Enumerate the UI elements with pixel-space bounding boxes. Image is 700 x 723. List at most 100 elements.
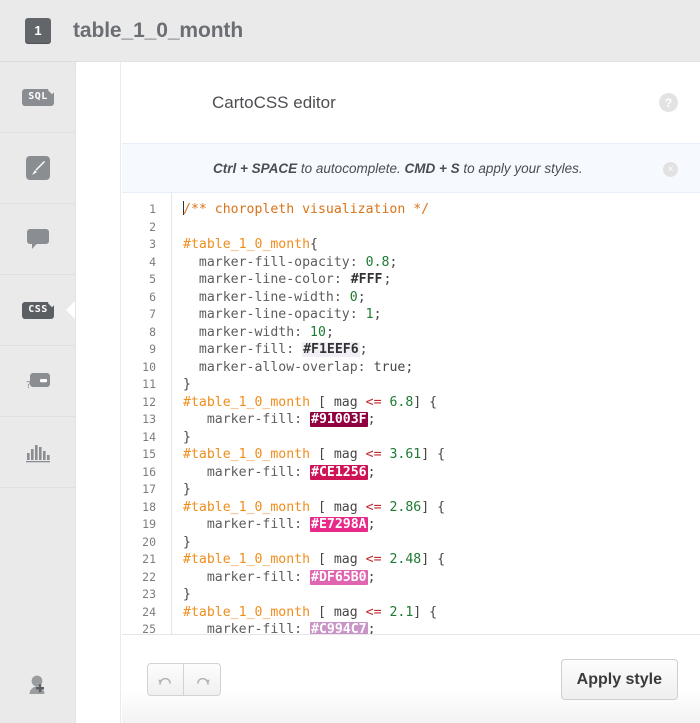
left-icon-rail: SQL CSS ? — [0, 62, 77, 723]
code-line[interactable]: 4 marker-fill-opacity: 0.8; — [122, 254, 700, 272]
code-token-num: 0.8 — [365, 254, 390, 270]
sidebar-item-sql[interactable]: SQL — [0, 62, 76, 133]
brush-icon — [25, 155, 51, 181]
redo-arrow-icon — [194, 674, 211, 686]
code-line-text[interactable]: marker-fill: #CE1256; — [166, 464, 700, 482]
line-number: 23 — [142, 587, 156, 601]
code-line[interactable]: 11} — [122, 376, 700, 394]
svg-text:?: ? — [26, 380, 31, 391]
code-token-num: 2.86 — [381, 499, 422, 515]
sidebar-item-stats[interactable] — [0, 417, 76, 488]
code-line[interactable]: 16 marker-fill: #CE1256; — [122, 464, 700, 482]
code-line[interactable]: 21 #table_1_0_month [ mag <= 2.48] { — [122, 551, 700, 569]
code-line-text[interactable]: marker-line-width: 0; — [166, 289, 700, 307]
code-line-text[interactable]: marker-width: 10; — [166, 324, 700, 342]
code-line-text[interactable]: #table_1_0_month [ mag <= 2.86] { — [166, 499, 700, 517]
redo-button[interactable] — [184, 663, 221, 696]
code-line[interactable]: 22 marker-fill: #DF65B0; — [122, 569, 700, 587]
line-number: 24 — [142, 604, 156, 619]
code-token-comment: /** choropleth visualization */ — [183, 202, 430, 217]
code-line-text[interactable]: marker-fill-opacity: 0.8; — [166, 254, 700, 272]
code-line-text[interactable]: /** choropleth visualization */ — [166, 201, 700, 219]
sidebar-item-add-user[interactable] — [0, 649, 76, 723]
color-swatch: #DF65B0 — [310, 569, 368, 585]
code-line-text[interactable]: marker-fill: #E7298A; — [166, 516, 700, 534]
line-number: 4 — [149, 254, 156, 269]
code-line[interactable]: 6 marker-line-width: 0; — [122, 289, 700, 307]
close-icon[interactable]: × — [663, 162, 678, 177]
code-line[interactable]: 1 /** choropleth visualization */ — [122, 201, 700, 219]
code-line-text[interactable]: marker-line-color: #FFF; — [166, 271, 700, 289]
code-line-text[interactable]: marker-fill: #91003F; — [166, 411, 700, 429]
code-token-plain: [ mag — [310, 394, 366, 410]
code-line-text[interactable]: } — [166, 429, 700, 447]
code-line[interactable]: 17} — [122, 481, 700, 499]
code-line-text[interactable]: #table_1_0_month [ mag <= 2.48] { — [166, 551, 700, 569]
line-number: 3 — [149, 237, 156, 251]
line-number: 11 — [142, 377, 156, 391]
code-token-sel: #table_1_0_month — [183, 552, 311, 567]
code-line-text[interactable]: marker-fill: #F1EEF6; — [166, 341, 700, 359]
code-token-plain: ; — [383, 272, 392, 287]
code-line-text[interactable]: #table_1_0_month{ — [166, 236, 700, 254]
code-token-prop: marker-fill: — [183, 342, 303, 357]
apply-style-button[interactable]: Apply style — [560, 659, 678, 700]
cartocss-code-editor[interactable]: 1/** choropleth visualization */2 3 #table… — [122, 193, 700, 696]
code-line[interactable]: 9 marker-fill: #F1EEF6; — [122, 341, 700, 359]
code-line-text[interactable]: marker-fill: #DF65B0; — [166, 569, 700, 587]
sidebar-item-css[interactable]: CSS — [0, 275, 77, 346]
code-token-plain: ; — [367, 569, 376, 585]
code-line[interactable]: 3 #table_1_0_month{ — [122, 236, 700, 254]
code-token-prop: marker-fill: — [183, 517, 311, 532]
code-token-op: <= — [365, 499, 382, 515]
code-token-plain: ; — [357, 289, 366, 305]
code-line[interactable]: 23} — [122, 586, 700, 604]
history-button-group — [147, 663, 221, 696]
code-line-text[interactable]: marker-line-opacity: 1; — [166, 306, 700, 324]
panel-left-rail — [76, 62, 121, 723]
code-token-plain: { — [310, 237, 318, 252]
code-line-text[interactable]: } — [166, 586, 700, 604]
undo-button[interactable] — [147, 663, 184, 696]
code-line[interactable]: 19 marker-fill: #E7298A; — [122, 516, 700, 534]
code-token-prop: marker-line-color: — [183, 272, 350, 287]
layer-number-badge[interactable]: 1 — [25, 17, 51, 44]
code-line-text[interactable]: #table_1_0_month [ mag <= 3.61] { — [166, 446, 700, 464]
code-line[interactable]: 2 — [122, 219, 700, 237]
code-line[interactable]: 24 #table_1_0_month [ mag <= 2.1] { — [122, 604, 700, 622]
code-token-num: 0 — [349, 289, 358, 305]
color-swatch: #E7298A — [310, 517, 368, 532]
code-token-plain: ; — [389, 254, 398, 270]
code-line[interactable]: 14} — [122, 429, 700, 447]
line-number: 9 — [149, 342, 156, 356]
code-line-text[interactable]: #table_1_0_month [ mag <= 6.8] { — [166, 394, 700, 412]
code-line-text[interactable]: } — [166, 534, 700, 552]
code-line[interactable]: 15 #table_1_0_month [ mag <= 3.61] { — [122, 446, 700, 464]
code-token-prop: marker-fill-opacity: — [183, 254, 366, 270]
line-number: 7 — [149, 307, 156, 321]
code-line-text[interactable]: marker-allow-overlap: true; — [166, 359, 700, 377]
code-line[interactable]: 7 marker-line-opacity: 1; — [122, 306, 700, 324]
code-line[interactable]: 5 marker-line-color: #FFF; — [122, 271, 700, 289]
code-token-prop: marker-fill: — [183, 569, 311, 585]
sidebar-item-infowindow[interactable] — [0, 204, 76, 275]
code-line[interactable]: 12 #table_1_0_month [ mag <= 6.8] { — [122, 394, 700, 412]
code-token-plain: [ mag — [310, 604, 366, 620]
code-line[interactable]: 10 marker-allow-overlap: true; — [122, 359, 700, 377]
code-token-plain: [ mag — [310, 447, 366, 462]
sidebar-item-legends[interactable]: ? — [0, 346, 76, 417]
code-line[interactable]: 8 marker-width: 10; — [122, 324, 700, 342]
sidebar-item-wizards[interactable] — [0, 133, 76, 204]
code-lines-container[interactable]: 1/** choropleth visualization */2 3 #table… — [122, 193, 700, 639]
hint-shortcut-apply: CMD + S — [404, 160, 460, 176]
code-line[interactable]: 20} — [122, 534, 700, 552]
code-token-prop: marker-allow-overlap: — [183, 359, 374, 375]
code-token-plain: ] { — [421, 499, 446, 515]
code-line-text[interactable]: } — [166, 481, 700, 499]
line-number: 22 — [142, 569, 156, 584]
code-line-text[interactable]: } — [166, 376, 700, 394]
code-line[interactable]: 18 #table_1_0_month [ mag <= 2.86] { — [122, 499, 700, 517]
help-icon[interactable]: ? — [659, 93, 678, 112]
code-line[interactable]: 13 marker-fill: #91003F; — [122, 411, 700, 429]
code-line-text[interactable]: #table_1_0_month [ mag <= 2.1] { — [166, 604, 700, 622]
